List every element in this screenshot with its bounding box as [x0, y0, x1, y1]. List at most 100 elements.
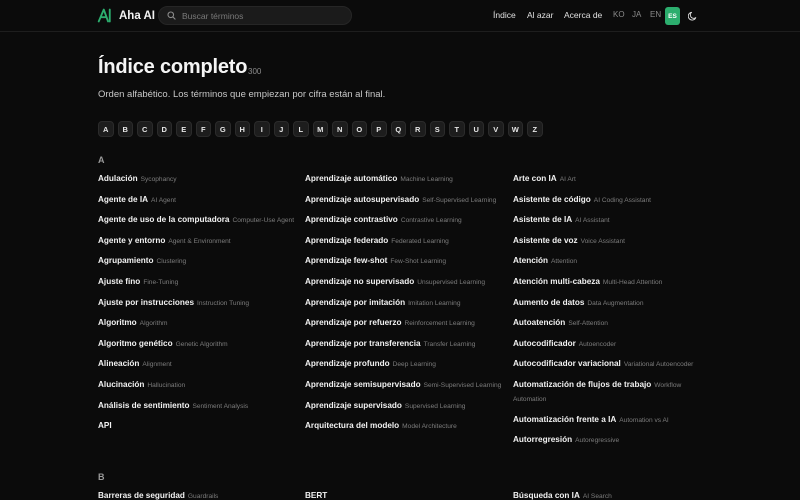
alphabet-letter-o[interactable]: O	[351, 121, 367, 137]
alphabet-letter-h[interactable]: H	[234, 121, 250, 137]
language-ko-link[interactable]: KO	[613, 10, 625, 19]
term-entry[interactable]: Aprendizaje no supervisado Unsupervised L…	[305, 275, 505, 289]
term-name[interactable]: Autocodificador variacional	[513, 359, 621, 368]
term-entry[interactable]: Asistente de voz Voice Assistant	[513, 234, 713, 248]
term-entry[interactable]: Aprendizaje profundo Deep Learning	[305, 357, 505, 371]
alphabet-letter-m[interactable]: M	[312, 121, 328, 137]
alphabet-letter-q[interactable]: Q	[390, 121, 406, 137]
term-name[interactable]: Autocodificador	[513, 339, 576, 348]
term-entry[interactable]: Agrupamiento Clustering	[98, 254, 298, 268]
alphabet-letter-d[interactable]: D	[156, 121, 172, 137]
term-name[interactable]: Búsqueda con IA	[513, 491, 580, 500]
term-entry[interactable]: Aprendizaje few-shot Few-Shot Learning	[305, 254, 505, 268]
term-entry[interactable]: Agente de IA AI Agent	[98, 193, 298, 207]
logo[interactable]: Aha AI	[97, 7, 155, 24]
term-name[interactable]: Aprendizaje profundo	[305, 359, 390, 368]
term-entry[interactable]: Adulación Sycophancy	[98, 172, 298, 186]
alphabet-letter-a[interactable]: A	[98, 121, 114, 137]
nav-random-link[interactable]: Al azar	[527, 10, 553, 20]
term-name[interactable]: Aprendizaje supervisado	[305, 401, 402, 410]
term-entry[interactable]: Autocodificador variacional Variational A…	[513, 357, 713, 371]
term-entry[interactable]: Aumento de datos Data Augmentation	[513, 296, 713, 310]
alphabet-letter-t[interactable]: T	[449, 121, 465, 137]
term-entry[interactable]: Alucinación Hallucination	[98, 378, 298, 392]
alphabet-letter-p[interactable]: P	[371, 121, 387, 137]
term-name[interactable]: Algoritmo	[98, 318, 137, 327]
term-entry[interactable]: Arquitectura del modelo Model Architectur…	[305, 419, 505, 433]
nav-about-link[interactable]: Acerca de	[564, 10, 602, 20]
term-entry[interactable]: Algoritmo Algorithm	[98, 316, 298, 330]
term-name[interactable]: Atención	[513, 256, 548, 265]
term-entry[interactable]: Aprendizaje federado Federated Learning	[305, 234, 505, 248]
alphabet-letter-v[interactable]: V	[488, 121, 504, 137]
term-name[interactable]: Aprendizaje por refuerzo	[305, 318, 401, 327]
term-entry[interactable]: Aprendizaje por imitación Imitation Learn…	[305, 296, 505, 310]
term-entry[interactable]: Autoatención Self-Attention	[513, 316, 713, 330]
term-name[interactable]: Arte con IA	[513, 174, 557, 183]
term-name[interactable]: Aprendizaje por imitación	[305, 298, 405, 307]
term-name[interactable]: Autoatención	[513, 318, 565, 327]
alphabet-letter-b[interactable]: B	[117, 121, 133, 137]
term-name[interactable]: Aprendizaje autosupervisado	[305, 195, 419, 204]
term-name[interactable]: Ajuste por instrucciones	[98, 298, 194, 307]
term-entry[interactable]: Barreras de seguridad Guardrails	[98, 489, 298, 500]
term-name[interactable]: Ajuste fino	[98, 277, 140, 286]
alphabet-letter-w[interactable]: W	[507, 121, 523, 137]
moon-icon[interactable]	[688, 11, 698, 21]
search-input[interactable]	[182, 10, 342, 21]
term-entry[interactable]: Aprendizaje por refuerzo Reinforcement Le…	[305, 316, 505, 330]
term-name[interactable]: Atención multi-cabeza	[513, 277, 600, 286]
term-entry[interactable]: Agente de uso de la computadora Computer-…	[98, 213, 298, 227]
term-name[interactable]: Asistente de código	[513, 195, 591, 204]
language-en-link[interactable]: EN	[650, 10, 661, 19]
nav-index-link[interactable]: Índice	[493, 10, 516, 20]
term-name[interactable]: Aprendizaje por transferencia	[305, 339, 421, 348]
alphabet-letter-r[interactable]: R	[410, 121, 426, 137]
alphabet-letter-i[interactable]: I	[254, 121, 270, 137]
term-entry[interactable]: Ajuste fino Fine-Tuning	[98, 275, 298, 289]
term-entry[interactable]: Aprendizaje supervisado Supervised Learni…	[305, 399, 505, 413]
term-name[interactable]: Alineación	[98, 359, 139, 368]
term-entry[interactable]: Alineación Alignment	[98, 357, 298, 371]
term-name[interactable]: API	[98, 421, 112, 430]
term-entry[interactable]: Aprendizaje contrastivo Contrastive Learn…	[305, 213, 505, 227]
term-entry[interactable]: Autocodificador Autoencoder	[513, 337, 713, 351]
alphabet-letter-n[interactable]: N	[332, 121, 348, 137]
term-name[interactable]: Automatización de flujos de trabajo	[513, 380, 651, 389]
alphabet-letter-z[interactable]: Z	[527, 121, 543, 137]
term-name[interactable]: Automatización frente a IA	[513, 415, 616, 424]
term-name[interactable]: Alucinación	[98, 380, 144, 389]
search-box[interactable]	[158, 6, 352, 25]
term-name[interactable]: Agente de IA	[98, 195, 148, 204]
term-name[interactable]: Asistente de IA	[513, 215, 572, 224]
term-entry[interactable]: Automatización frente a IA Automation vs …	[513, 413, 713, 427]
term-name[interactable]: Agente de uso de la computadora	[98, 215, 229, 224]
term-name[interactable]: Aprendizaje semisupervisado	[305, 380, 421, 389]
language-es-active[interactable]: ES	[665, 7, 680, 25]
term-entry[interactable]: Aprendizaje autosupervisado Self-Supervis…	[305, 193, 505, 207]
alphabet-letter-g[interactable]: G	[215, 121, 231, 137]
term-name[interactable]: Aprendizaje few-shot	[305, 256, 387, 265]
alphabet-letter-e[interactable]: E	[176, 121, 192, 137]
term-name[interactable]: Aprendizaje federado	[305, 236, 388, 245]
term-entry[interactable]: Análisis de sentimiento Sentiment Analysi…	[98, 399, 298, 413]
term-entry[interactable]: API	[98, 419, 298, 432]
term-name[interactable]: Aprendizaje no supervisado	[305, 277, 414, 286]
alphabet-letter-f[interactable]: F	[195, 121, 211, 137]
term-entry[interactable]: Automatización de flujos de trabajo Workf…	[513, 378, 713, 406]
term-entry[interactable]: Aprendizaje por transferencia Transfer Le…	[305, 337, 505, 351]
term-name[interactable]: BERT	[305, 491, 327, 500]
term-entry[interactable]: Arte con IA AI Art	[513, 172, 713, 186]
term-entry[interactable]: Algoritmo genético Genetic Algorithm	[98, 337, 298, 351]
term-name[interactable]: Barreras de seguridad	[98, 491, 185, 500]
term-entry[interactable]: Aprendizaje semisupervisado Semi-Supervis…	[305, 378, 505, 392]
term-entry[interactable]: Autorregresión Autoregressive	[513, 433, 713, 447]
term-entry[interactable]: Asistente de IA AI Assistant	[513, 213, 713, 227]
term-entry[interactable]: BERT	[305, 489, 505, 500]
term-entry[interactable]: Ajuste por instrucciones Instruction Tuni…	[98, 296, 298, 310]
term-name[interactable]: Asistente de voz	[513, 236, 578, 245]
term-entry[interactable]: Asistente de código AI Coding Assistant	[513, 193, 713, 207]
alphabet-letter-u[interactable]: U	[468, 121, 484, 137]
term-name[interactable]: Autorregresión	[513, 435, 572, 444]
term-name[interactable]: Aprendizaje automático	[305, 174, 397, 183]
